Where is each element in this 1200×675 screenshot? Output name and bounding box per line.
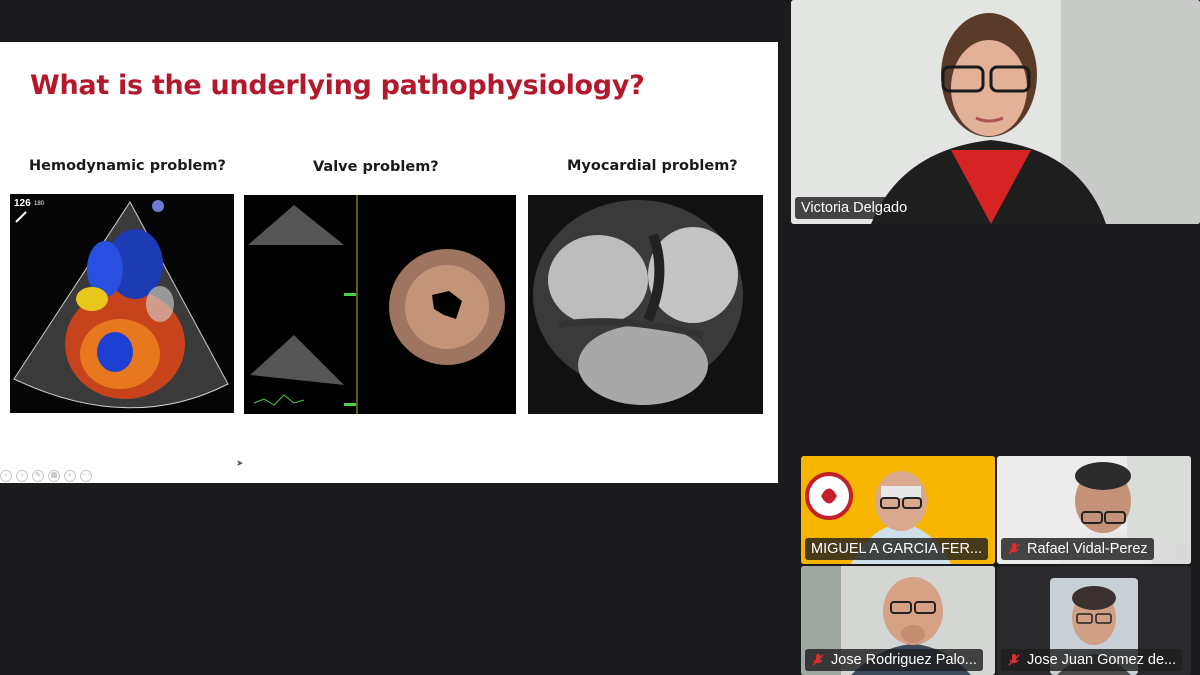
participant-name-3: Jose Rodriguez Palo...	[831, 652, 977, 668]
participant-name-4: Jose Juan Gomez de...	[1027, 652, 1177, 668]
slide-title: What is the underlying pathophysiology?	[30, 70, 645, 101]
mic-muted-icon	[812, 654, 824, 666]
mic-muted-icon	[1008, 654, 1020, 666]
participant-tile-2[interactable]: Rafael Vidal-Perez	[997, 456, 1191, 564]
speaker-name: Victoria Delgado	[801, 200, 908, 216]
participant-tile-1[interactable]: MIGUEL A GARCIA FER...	[801, 456, 995, 564]
slide-toolbar: ‹ › ✎ ▦ ⌕ ⋯	[0, 470, 92, 482]
participant-name-1: MIGUEL A GARCIA FER...	[811, 541, 983, 557]
participant-name-tag-2: Rafael Vidal-Perez	[1001, 538, 1154, 560]
participant-name-tag-4: Jose Juan Gomez de...	[1001, 649, 1183, 671]
more-icon[interactable]: ⋯	[80, 470, 92, 482]
label-valve: Valve problem?	[313, 159, 439, 175]
participant-tile-4[interactable]: Jose Juan Gomez de...	[997, 566, 1191, 675]
mic-muted-icon	[1008, 543, 1020, 555]
speaker-video-tile[interactable]: Victoria Delgado	[791, 0, 1200, 224]
scrollbar-handle[interactable]	[1176, 544, 1188, 560]
label-hemodynamic: Hemodynamic problem?	[29, 158, 226, 174]
zoom-icon[interactable]: ⌕	[64, 470, 76, 482]
participant-name-tag-3: Jose Rodriguez Palo...	[805, 649, 983, 671]
shared-slide: What is the underlying pathophysiology? …	[0, 42, 778, 483]
participant-name-2: Rafael Vidal-Perez	[1027, 541, 1148, 557]
label-myocardial: Myocardial problem?	[567, 158, 738, 174]
echo-angle-sub: 180	[34, 201, 45, 207]
participant-name-tag-1: MIGUEL A GARCIA FER...	[805, 538, 989, 560]
echo-angle-readout: 126	[14, 198, 31, 209]
mouse-cursor-icon: ➤	[236, 458, 244, 468]
valve-3d-image	[244, 195, 516, 414]
slide-next-icon[interactable]: ›	[16, 470, 28, 482]
slide-prev-icon[interactable]: ‹	[0, 470, 12, 482]
echo-doppler-image: 126 180	[10, 194, 234, 413]
grid-icon[interactable]: ▦	[48, 470, 60, 482]
participant-tile-3[interactable]: Jose Rodriguez Palo...	[801, 566, 995, 675]
cardiac-mri-image	[528, 195, 763, 414]
pen-icon[interactable]: ✎	[32, 470, 44, 482]
speaker-name-tag: Victoria Delgado	[795, 197, 914, 219]
